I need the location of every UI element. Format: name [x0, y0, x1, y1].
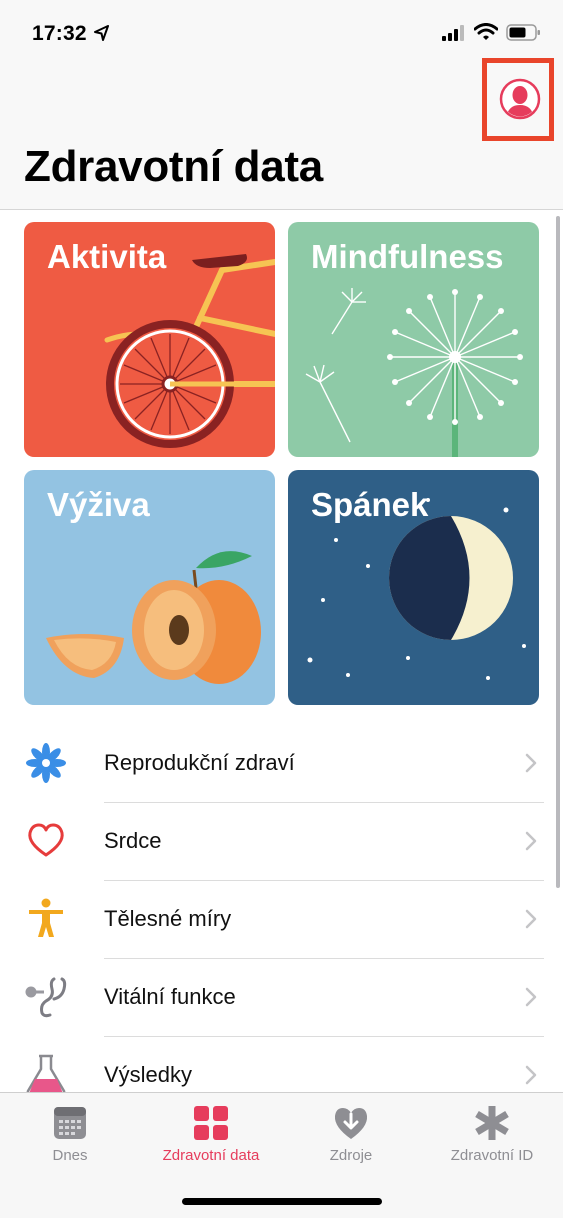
stethoscope-icon — [25, 977, 67, 1018]
tab-label: Zdroje — [329, 1147, 373, 1164]
chevron-right-icon — [525, 909, 537, 929]
cellular-signal-icon — [442, 25, 464, 41]
chevron-right-icon — [525, 987, 537, 1007]
tab-medical-id[interactable]: Zdravotní ID — [422, 1105, 562, 1164]
wifi-icon — [474, 23, 498, 40]
calendar-icon — [54, 1107, 86, 1139]
flask-icon — [26, 1054, 66, 1092]
battery-icon — [506, 24, 540, 41]
status-bar: 17:32 — [0, 0, 563, 60]
main-content[interactable]: Aktivita Mindfulness Výživa Spánek Repro… — [0, 210, 563, 1092]
list-item-vitals[interactable]: Vitální funkce — [0, 959, 563, 1037]
tile-nutrition[interactable]: Výživa — [24, 470, 275, 705]
tab-label: Zdravotní data — [162, 1147, 260, 1164]
chevron-right-icon — [525, 1065, 537, 1085]
body-figure-icon — [29, 898, 63, 937]
tile-sleep-label: Spánek — [311, 486, 429, 523]
category-list: Reprodukční zdraví Srdce Tělesné míry Vi… — [0, 725, 563, 1092]
list-item-results[interactable]: Výsledky — [0, 1037, 563, 1092]
asterisk-icon — [475, 1106, 509, 1140]
tab-health-data[interactable]: Zdravotní data — [141, 1105, 281, 1164]
home-indicator[interactable] — [182, 1198, 382, 1205]
chevron-right-icon — [525, 831, 537, 851]
heart-download-icon — [334, 1108, 368, 1139]
list-item-label: Srdce — [104, 828, 162, 853]
tile-mindfulness-label: Mindfulness — [311, 238, 504, 275]
page-title: Zdravotní data — [24, 142, 323, 191]
status-time: 17:32 — [32, 22, 87, 45]
chevron-right-icon — [525, 753, 537, 773]
tile-sleep[interactable]: Spánek — [288, 470, 539, 705]
list-item-reproductive[interactable]: Reprodukční zdraví — [0, 725, 563, 803]
tab-label: Dnes — [52, 1147, 88, 1164]
tile-nutrition-label: Výživa — [47, 486, 150, 523]
list-item-label: Výsledky — [104, 1062, 193, 1087]
location-arrow-icon — [94, 25, 109, 41]
list-item-heart[interactable]: Srdce — [0, 803, 563, 881]
list-item-body-measurements[interactable]: Tělesné míry — [0, 881, 563, 959]
list-item-label: Vitální funkce — [104, 984, 236, 1009]
grid-icon — [194, 1106, 228, 1140]
tab-today[interactable]: Dnes — [0, 1105, 140, 1164]
tab-label: Zdravotní ID — [450, 1147, 534, 1164]
tile-mindfulness[interactable]: Mindfulness — [288, 222, 539, 457]
flower-icon — [26, 743, 66, 783]
list-item-label: Reprodukční zdraví — [104, 750, 295, 775]
list-item-label: Tělesné míry — [104, 906, 232, 931]
heart-icon — [28, 823, 64, 857]
tile-activity[interactable]: Aktivita — [24, 222, 275, 457]
tile-activity-label: Aktivita — [47, 238, 167, 275]
profile-avatar-icon[interactable] — [499, 78, 541, 120]
tab-sources[interactable]: Zdroje — [281, 1105, 421, 1164]
